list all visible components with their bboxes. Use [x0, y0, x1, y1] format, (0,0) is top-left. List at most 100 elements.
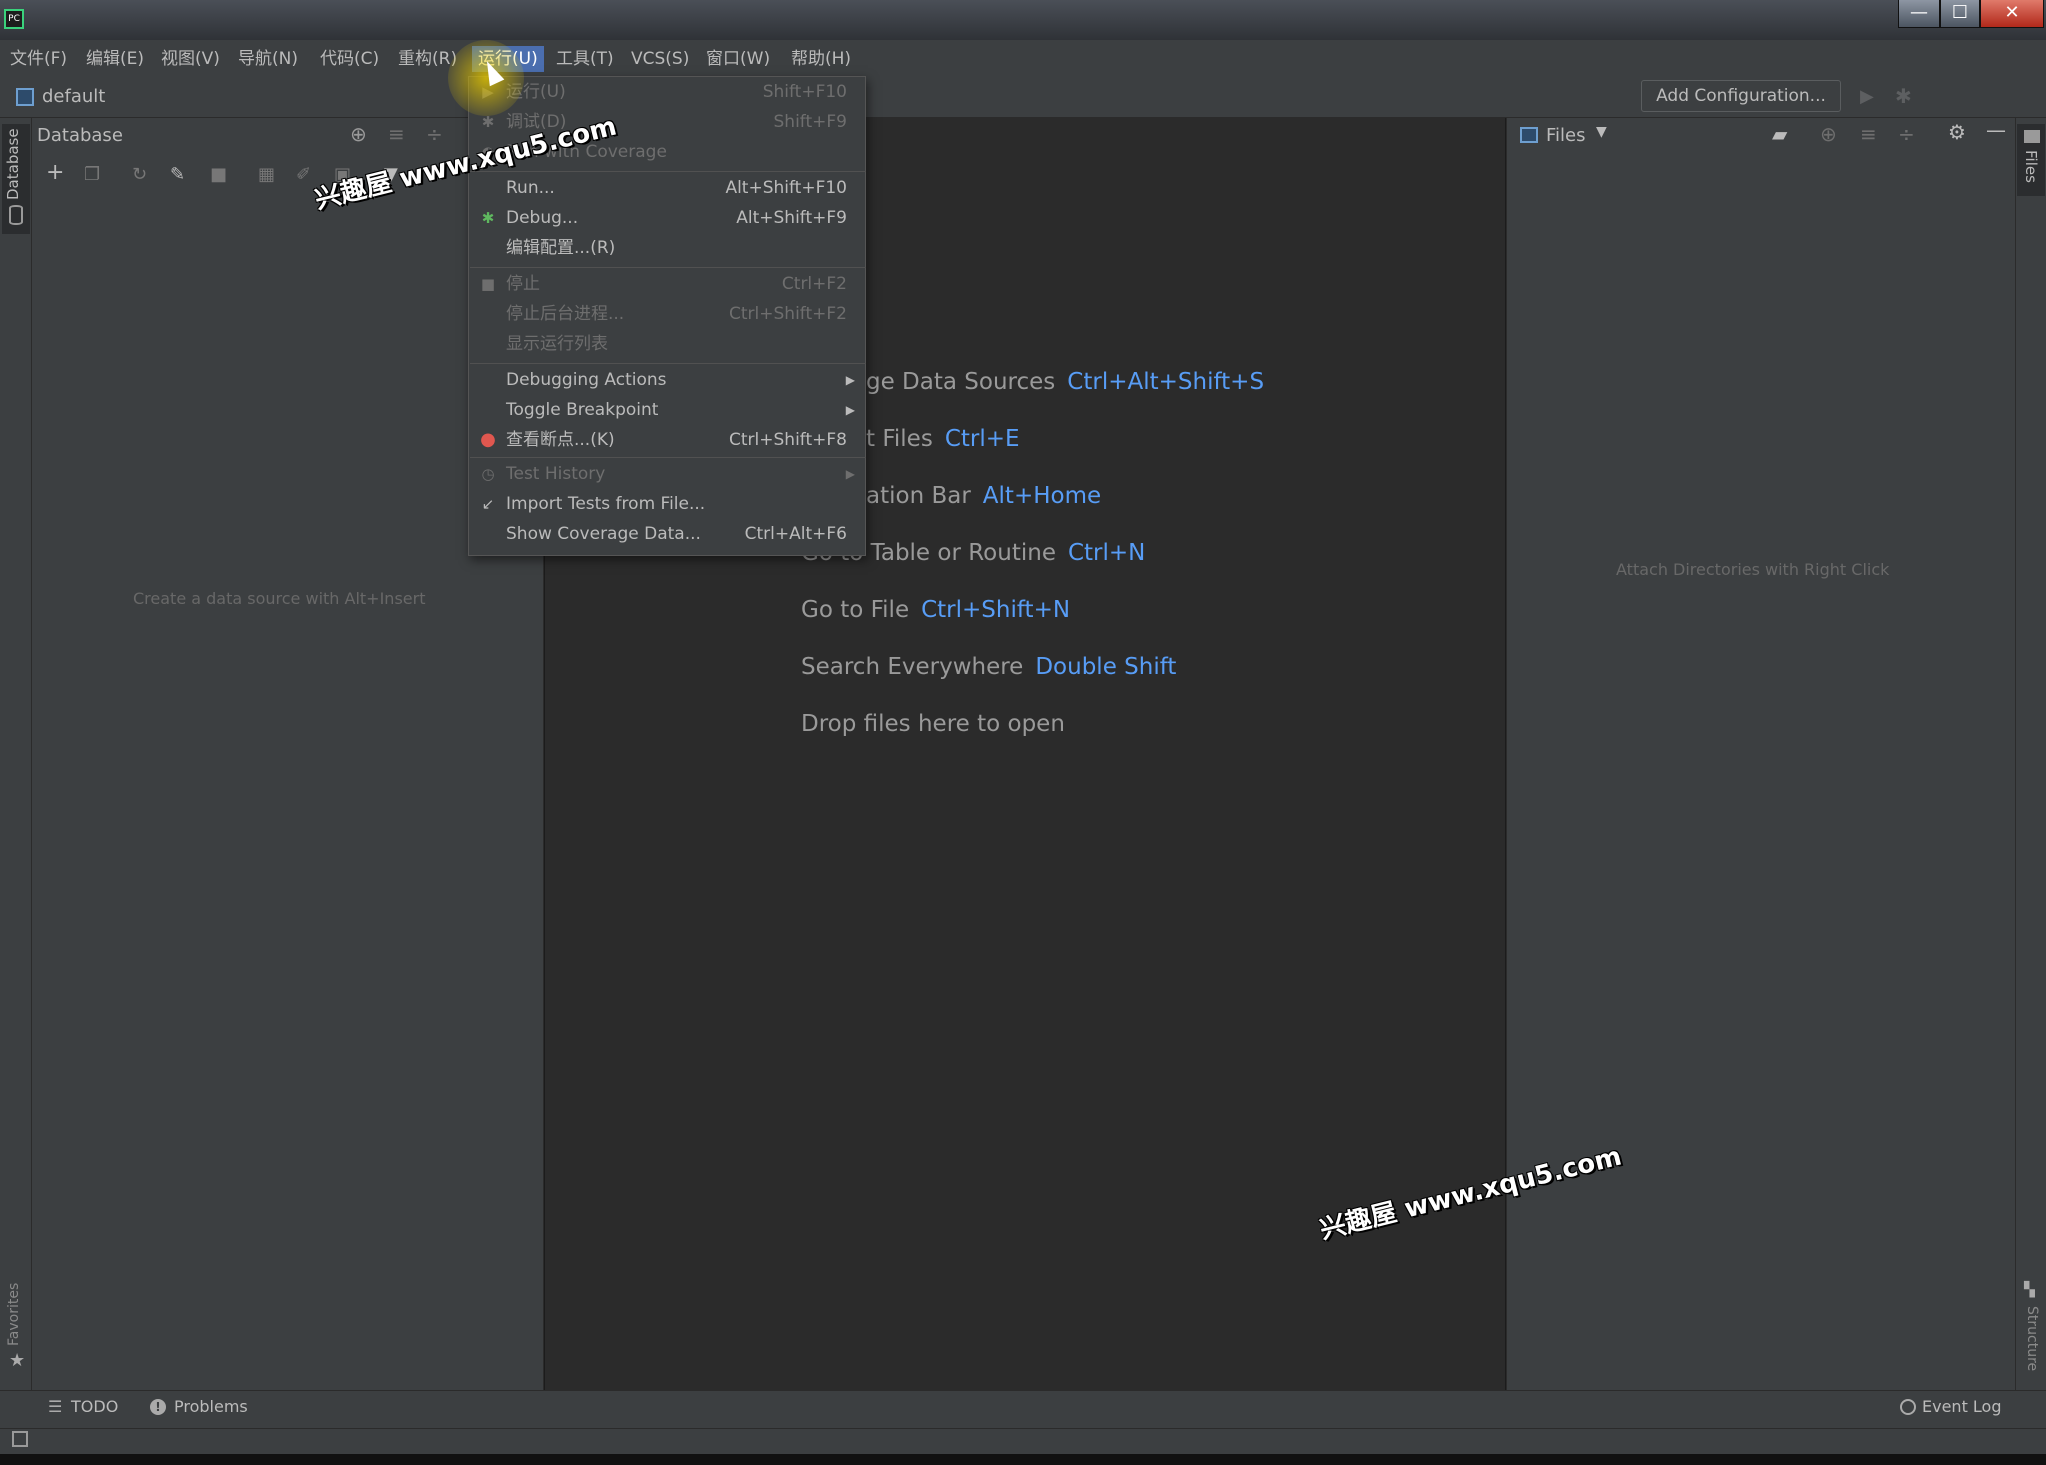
- submenu-arrow-icon: ▶: [845, 373, 855, 387]
- menu-item-show-running-list[interactable]: 显示运行列表: [469, 329, 865, 359]
- stop-icon: ■: [480, 275, 496, 293]
- hint-search-everywhere: Search Everywhere Double Shift: [801, 654, 1177, 680]
- folder-open-icon[interactable]: ▰: [1772, 122, 1787, 146]
- database-icon: [9, 205, 23, 225]
- menu-item-show-coverage-data[interactable]: Show Coverage Data... Ctrl+Alt+F6: [469, 519, 865, 549]
- menu-tools[interactable]: 工具(T): [550, 46, 620, 72]
- menu-item-debugging-actions[interactable]: Debugging Actions ▶: [469, 365, 865, 395]
- hint-shortcut: Ctrl+E: [944, 426, 1020, 452]
- menu-item-edit-configurations[interactable]: 编辑配置...(R): [469, 233, 865, 263]
- menu-separator: [470, 171, 866, 172]
- status-bar: [0, 1428, 2046, 1454]
- locate-icon[interactable]: ⊕: [350, 122, 367, 146]
- favorites-tab[interactable]: Favorites: [6, 1283, 22, 1346]
- edit-icon[interactable]: ✐: [296, 164, 311, 185]
- event-log-tab[interactable]: Event Log: [1922, 1397, 2002, 1416]
- refresh-icon[interactable]: ↻: [132, 164, 147, 185]
- chevron-down-icon[interactable]: ▼: [1596, 124, 1607, 140]
- database-tool-tab-label: Database: [4, 128, 22, 200]
- files-panel-title[interactable]: Files: [1546, 121, 1586, 151]
- expand-all-icon[interactable]: ≡: [1860, 122, 1877, 146]
- import-icon: ↙: [481, 495, 495, 513]
- files-icon: [1520, 127, 1538, 143]
- menu-bar: 文件(F) 编辑(E) 视图(V) 导航(N) 代码(C) 重构(R) 运行(U…: [0, 40, 2046, 78]
- structure-icon: ▚: [2024, 1282, 2035, 1298]
- menu-item-run-dialog[interactable]: Run... Alt+Shift+F10: [469, 173, 865, 203]
- window-bottom-edge: [0, 1454, 2046, 1465]
- locate-icon[interactable]: ⊕: [1820, 122, 1837, 146]
- add-configuration-button[interactable]: Add Configuration...: [1641, 80, 1841, 112]
- menu-item-stop[interactable]: ■ 停止 Ctrl+F2: [469, 269, 865, 299]
- run-icon[interactable]: ▶: [1860, 86, 1874, 107]
- copy-icon[interactable]: ❐: [84, 164, 100, 185]
- app-logo-icon: PC: [4, 9, 24, 29]
- table-icon[interactable]: ▦: [258, 164, 275, 185]
- maximize-button[interactable]: ☐: [1940, 0, 1980, 28]
- menu-item-run[interactable]: ▶ 运行(U)Shift+F10: [469, 77, 865, 107]
- info-icon: !: [150, 1399, 166, 1415]
- menu-window[interactable]: 窗口(W): [700, 46, 776, 72]
- close-button[interactable]: ✕: [1980, 0, 2044, 28]
- structure-tab[interactable]: Structure: [2024, 1306, 2040, 1371]
- todo-tab[interactable]: TODO: [71, 1397, 118, 1416]
- hint-drop-files: Drop files here to open: [801, 711, 1065, 737]
- menu-help[interactable]: 帮助(H): [785, 46, 857, 72]
- menu-item-view-breakpoints[interactable]: ● 查看断点...(K) Ctrl+Shift+F8: [469, 425, 865, 455]
- files-panel: [1506, 118, 2015, 1390]
- star-icon: ★: [9, 1350, 26, 1371]
- menu-item-import-tests[interactable]: ↙ Import Tests from File...: [469, 489, 865, 519]
- hint-shortcut: Ctrl+Alt+Shift+S: [1067, 369, 1265, 395]
- hint-shortcut: Alt+Home: [982, 483, 1102, 509]
- left-tool-strip: [0, 118, 32, 1390]
- debug-icon[interactable]: ✱: [1895, 84, 1912, 108]
- hint-shortcut: Ctrl+Shift+N: [921, 597, 1071, 623]
- clock-icon: ◷: [481, 465, 495, 483]
- submenu-arrow-icon: ▶: [845, 403, 855, 417]
- menu-file[interactable]: 文件(F): [4, 46, 73, 72]
- right-tool-strip: [2015, 118, 2046, 1390]
- edit-properties-icon[interactable]: ✎: [170, 164, 185, 185]
- folder-icon: [2024, 130, 2040, 143]
- menu-code[interactable]: 代码(C): [314, 46, 385, 72]
- files-empty-text: Attach Directories with Right Click: [1616, 560, 1890, 579]
- menu-view[interactable]: 视图(V): [155, 46, 226, 72]
- expand-all-icon[interactable]: ≡: [388, 122, 405, 146]
- hide-panel-icon[interactable]: —: [1986, 118, 2006, 142]
- hint-recent-files: t Files Ctrl+E: [866, 426, 1020, 452]
- menu-separator: [470, 363, 866, 364]
- hint-go-to-file: Go to File Ctrl+Shift+N: [801, 597, 1071, 623]
- menu-item-debug-dialog[interactable]: ✱ Debug... Alt+Shift+F9: [469, 203, 865, 233]
- breakpoint-icon: ●: [480, 429, 496, 450]
- collapse-all-icon[interactable]: ÷: [426, 122, 443, 146]
- add-icon[interactable]: +: [46, 160, 64, 185]
- database-empty-text: Create a data source with Alt+Insert: [133, 589, 426, 608]
- stop-icon[interactable]: ■: [210, 164, 227, 185]
- menu-separator: [470, 267, 866, 268]
- bug-icon: ✱: [481, 209, 495, 227]
- project-breadcrumb[interactable]: default: [42, 84, 105, 110]
- menu-edit[interactable]: 编辑(E): [80, 46, 150, 72]
- collapse-all-icon[interactable]: ÷: [1898, 122, 1915, 146]
- menu-navigate[interactable]: 导航(N): [232, 46, 304, 72]
- hint-shortcut: Ctrl+N: [1067, 540, 1146, 566]
- files-tool-tab-label: Files: [2022, 150, 2040, 183]
- hint-shortcut: Double Shift: [1035, 654, 1177, 680]
- bottom-tool-bar: [0, 1390, 2046, 1428]
- problems-tab[interactable]: Problems: [174, 1397, 248, 1416]
- database-panel-title: Database: [37, 125, 123, 146]
- menu-vcs[interactable]: VCS(S): [625, 46, 695, 72]
- event-log-icon: [1900, 1399, 1916, 1415]
- menu-separator: [470, 457, 866, 458]
- submenu-arrow-icon: ▶: [845, 467, 855, 481]
- minimize-button[interactable]: —: [1898, 0, 1940, 28]
- menu-item-stop-background[interactable]: 停止后台进程... Ctrl+Shift+F2: [469, 299, 865, 329]
- toggle-tool-windows-icon[interactable]: [12, 1431, 28, 1447]
- project-icon: [16, 88, 34, 106]
- hint-manage-data-sources: ge Data Sources Ctrl+Alt+Shift+S: [866, 369, 1265, 395]
- title-bar: [0, 0, 2046, 40]
- menu-item-toggle-breakpoint[interactable]: Toggle Breakpoint ▶: [469, 395, 865, 425]
- menu-item-test-history[interactable]: ◷ Test History ▶: [469, 459, 865, 489]
- gear-icon[interactable]: ⚙: [1948, 120, 1966, 144]
- list-icon: ☰: [48, 1397, 63, 1416]
- hint-navigation-bar: ation Bar Alt+Home: [866, 483, 1102, 509]
